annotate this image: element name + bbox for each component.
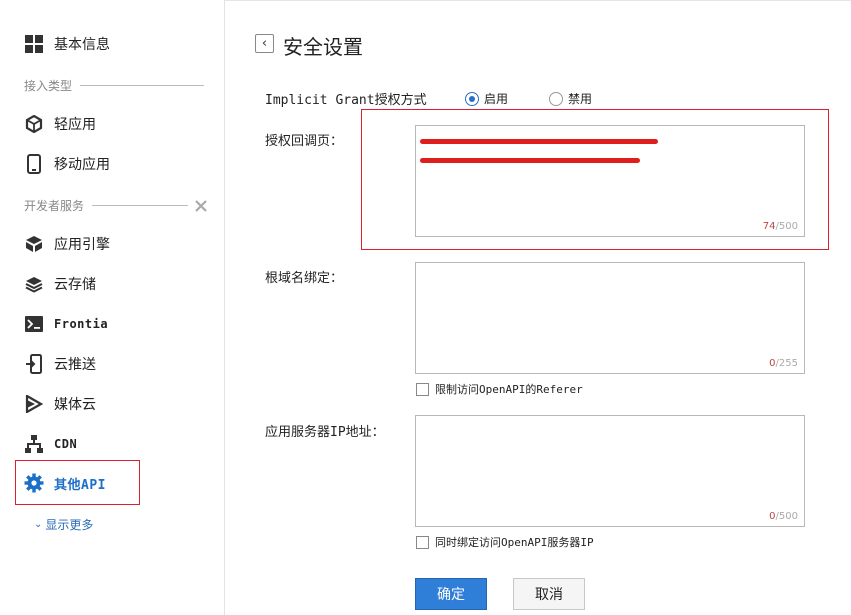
counter-current: 74 — [762, 221, 776, 232]
redaction-mark — [420, 158, 640, 163]
sidebar-item-light-app[interactable]: 轻应用 — [24, 113, 96, 135]
engine-icon — [24, 234, 44, 254]
sidebar-item-app-engine[interactable]: 应用引擎 — [24, 233, 110, 255]
redaction-mark — [420, 139, 658, 144]
back-button[interactable]: ‹ — [255, 34, 274, 53]
root-domain-label: 根域名绑定： — [265, 271, 344, 286]
sidebar-item-label: 其他API — [54, 477, 106, 493]
radio-label: 禁用 — [568, 92, 593, 106]
cube-icon — [24, 114, 44, 134]
sidebar-item-label: CDN — [54, 437, 78, 451]
confirm-button[interactable]: 确定 — [415, 578, 487, 610]
grant-label: Implicit Grant授权方式 — [265, 93, 427, 108]
section-dev-services: 开发者服务 — [24, 197, 208, 214]
sidebar-item-frontia[interactable]: Frontia — [24, 313, 108, 335]
page-title: 安全设置 — [283, 35, 363, 59]
cancel-button[interactable]: 取消 — [513, 578, 585, 610]
server-ip-textarea[interactable]: 0/500 — [415, 415, 805, 527]
radio-label: 启用 — [484, 92, 509, 106]
divider — [80, 85, 205, 86]
show-more-label: 显示更多 — [45, 518, 94, 532]
checkbox-box — [416, 535, 429, 549]
root-domain-textarea[interactable]: 0/255 — [415, 262, 805, 374]
sidebar-item-label: 轻应用 — [54, 117, 96, 133]
checkbox-label: 同时绑定访问OpenAPI服务器IP — [435, 536, 594, 549]
counter-max: /500 — [775, 221, 798, 232]
gear-icon — [24, 473, 44, 493]
char-counter: 0/500 — [769, 511, 798, 522]
section-access-type: 接入类型 — [24, 77, 205, 94]
terminal-icon — [24, 314, 44, 334]
tools-icon[interactable] — [194, 199, 208, 213]
radio-indicator — [465, 91, 479, 106]
radio-indicator — [549, 91, 563, 106]
char-counter: 74/500 — [763, 221, 798, 232]
play-icon — [24, 394, 44, 414]
sidebar-item-label: 云推送 — [54, 357, 96, 373]
section-label: 开发者服务 — [24, 199, 85, 213]
phone-icon — [24, 154, 44, 174]
push-icon — [24, 354, 44, 374]
sidebar-item-mobile-app[interactable]: 移动应用 — [24, 153, 110, 175]
network-icon — [24, 434, 44, 454]
sidebar-item-label: 云存储 — [54, 277, 96, 293]
sidebar-item-label: 移动应用 — [54, 157, 110, 173]
grid-icon — [24, 34, 44, 54]
section-label: 接入类型 — [24, 79, 73, 93]
sidebar-item-media-cloud[interactable]: 媒体云 — [24, 393, 96, 415]
sidebar-item-label: 应用引擎 — [54, 237, 110, 253]
checkbox-label: 限制访问OpenAPI的Referer — [435, 383, 583, 396]
char-counter: 0/255 — [769, 358, 798, 369]
sidebar-item-label: 基本信息 — [54, 37, 110, 53]
radio-disable[interactable]: 禁用 — [549, 90, 592, 107]
show-more-link[interactable]: ⌄ 显示更多 — [34, 516, 93, 533]
referer-checkbox[interactable]: 限制访问OpenAPI的Referer — [416, 381, 583, 397]
sidebar-item-cloud-push[interactable]: 云推送 — [24, 353, 96, 375]
divider — [92, 205, 189, 206]
callback-textarea[interactable]: 74/500 — [415, 125, 805, 237]
checkbox-box — [416, 382, 429, 396]
counter-max: /255 — [775, 358, 798, 369]
sidebar-item-label: Frontia — [54, 317, 109, 331]
callback-label: 授权回调页： — [265, 134, 344, 149]
chevron-left-icon: ‹ — [261, 36, 268, 51]
sidebar-item-label: 媒体云 — [54, 397, 96, 413]
sidebar-item-basic-info[interactable]: 基本信息 — [24, 33, 110, 55]
bind-ip-checkbox[interactable]: 同时绑定访问OpenAPI服务器IP — [416, 534, 594, 550]
chevron-down-icon: ⌄ — [34, 519, 43, 530]
sidebar-item-cloud-storage[interactable]: 云存储 — [24, 273, 96, 295]
sidebar-item-other-api[interactable]: 其他API — [24, 472, 106, 494]
counter-max: /500 — [775, 511, 798, 522]
sidebar: 基本信息 接入类型 轻应用 移动应用 开发者服务 应用引擎 云存储 Fronti… — [0, 0, 225, 615]
layers-icon — [24, 274, 44, 294]
radio-enable[interactable]: 启用 — [465, 90, 508, 107]
sidebar-item-cdn[interactable]: CDN — [24, 433, 77, 455]
server-ip-label: 应用服务器IP地址： — [265, 425, 385, 440]
